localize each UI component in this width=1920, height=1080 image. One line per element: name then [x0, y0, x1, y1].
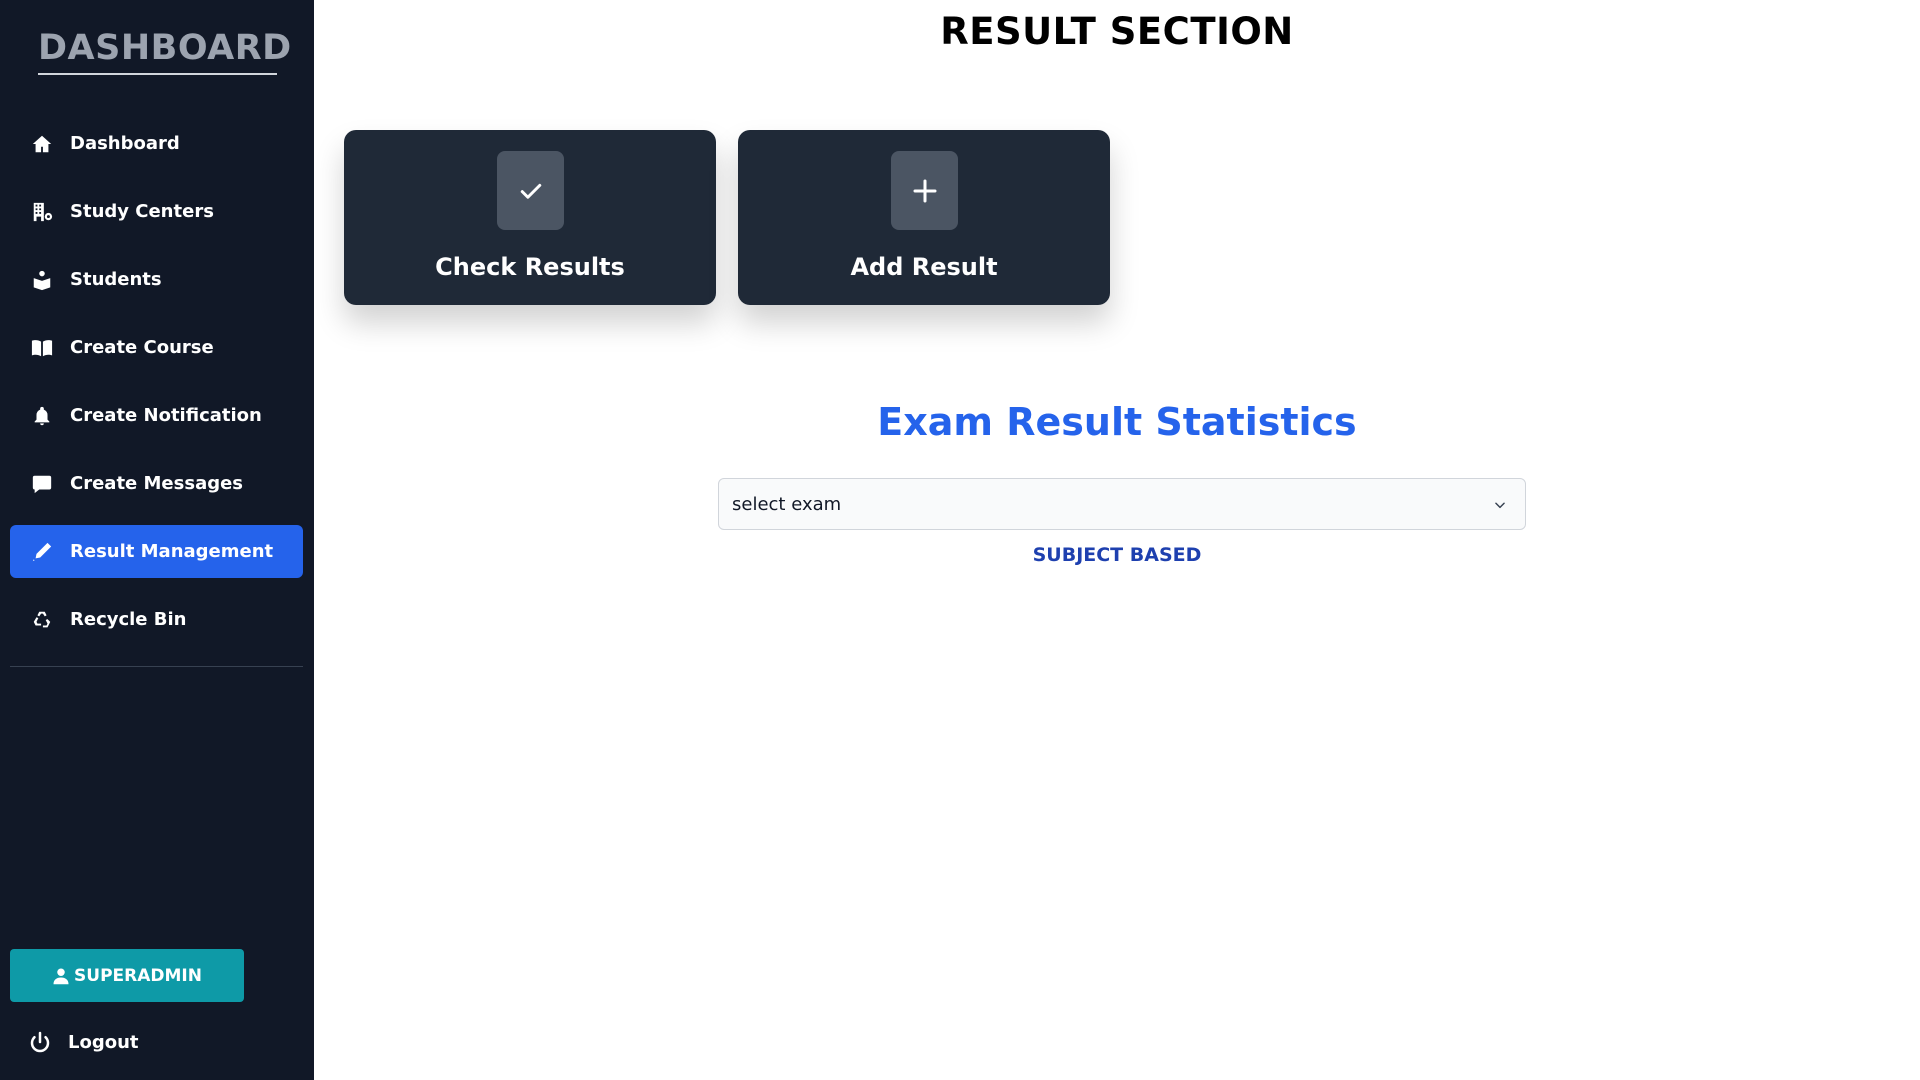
user-icon [53, 968, 69, 984]
book-icon [28, 334, 56, 362]
students-icon [28, 266, 56, 294]
home-icon [28, 130, 56, 158]
sidebar-item-create-notification[interactable]: Create Notification [10, 389, 303, 442]
sidebar: DASHBOARD Dashboard Study Centers Studen… [0, 0, 314, 1080]
add-result-card[interactable]: Add Result [738, 130, 1110, 305]
power-icon [30, 1031, 50, 1052]
pen-icon [28, 538, 56, 566]
logout-button[interactable]: Logout [10, 1016, 303, 1069]
add-result-label: Add Result [850, 253, 998, 281]
brand-underline [38, 73, 277, 75]
sidebar-item-label: Recycle Bin [70, 609, 187, 630]
sidebar-item-label: Create Notification [70, 405, 262, 426]
sidebar-item-label: Dashboard [70, 133, 180, 154]
sidebar-divider [10, 666, 303, 667]
brand-title: DASHBOARD [38, 28, 292, 68]
sidebar-item-label: Study Centers [70, 201, 214, 222]
sidebar-item-students[interactable]: Students [10, 253, 303, 306]
superadmin-label: SUPERADMIN [74, 965, 202, 986]
logout-label: Logout [68, 1032, 139, 1053]
sidebar-item-label: Students [70, 269, 162, 290]
plus-icon [891, 151, 958, 230]
check-results-label: Check Results [435, 253, 625, 281]
sidebar-item-result-management[interactable]: Result Management [10, 525, 303, 578]
sidebar-item-recycle-bin[interactable]: Recycle Bin [10, 593, 303, 646]
bell-icon [28, 402, 56, 430]
page-title: RESULT SECTION [940, 10, 1294, 53]
sidebar-item-label: Result Management [70, 541, 274, 562]
exam-select-value: select exam [732, 493, 842, 515]
sidebar-item-label: Create Messages [70, 473, 244, 494]
recycle-icon [28, 606, 56, 634]
chevron-down-icon [1495, 502, 1505, 509]
check-icon [497, 151, 564, 230]
building-icon [28, 198, 56, 226]
superadmin-button[interactable]: SUPERADMIN [10, 949, 244, 1002]
sidebar-item-dashboard[interactable]: Dashboard [10, 117, 303, 170]
sidebar-nav: Dashboard Study Centers Students Create … [10, 117, 303, 661]
stats-title: Exam Result Statistics [877, 400, 1357, 444]
message-icon [28, 470, 56, 498]
sidebar-item-label: Create Course [70, 337, 214, 358]
subject-based-link[interactable]: SUBJECT BASED [314, 544, 1920, 566]
sidebar-item-create-messages[interactable]: Create Messages [10, 457, 303, 510]
sidebar-item-create-course[interactable]: Create Course [10, 321, 303, 374]
exam-select[interactable]: select exam [718, 478, 1526, 530]
check-results-card[interactable]: Check Results [344, 130, 716, 305]
sidebar-item-study-centers[interactable]: Study Centers [10, 185, 303, 238]
